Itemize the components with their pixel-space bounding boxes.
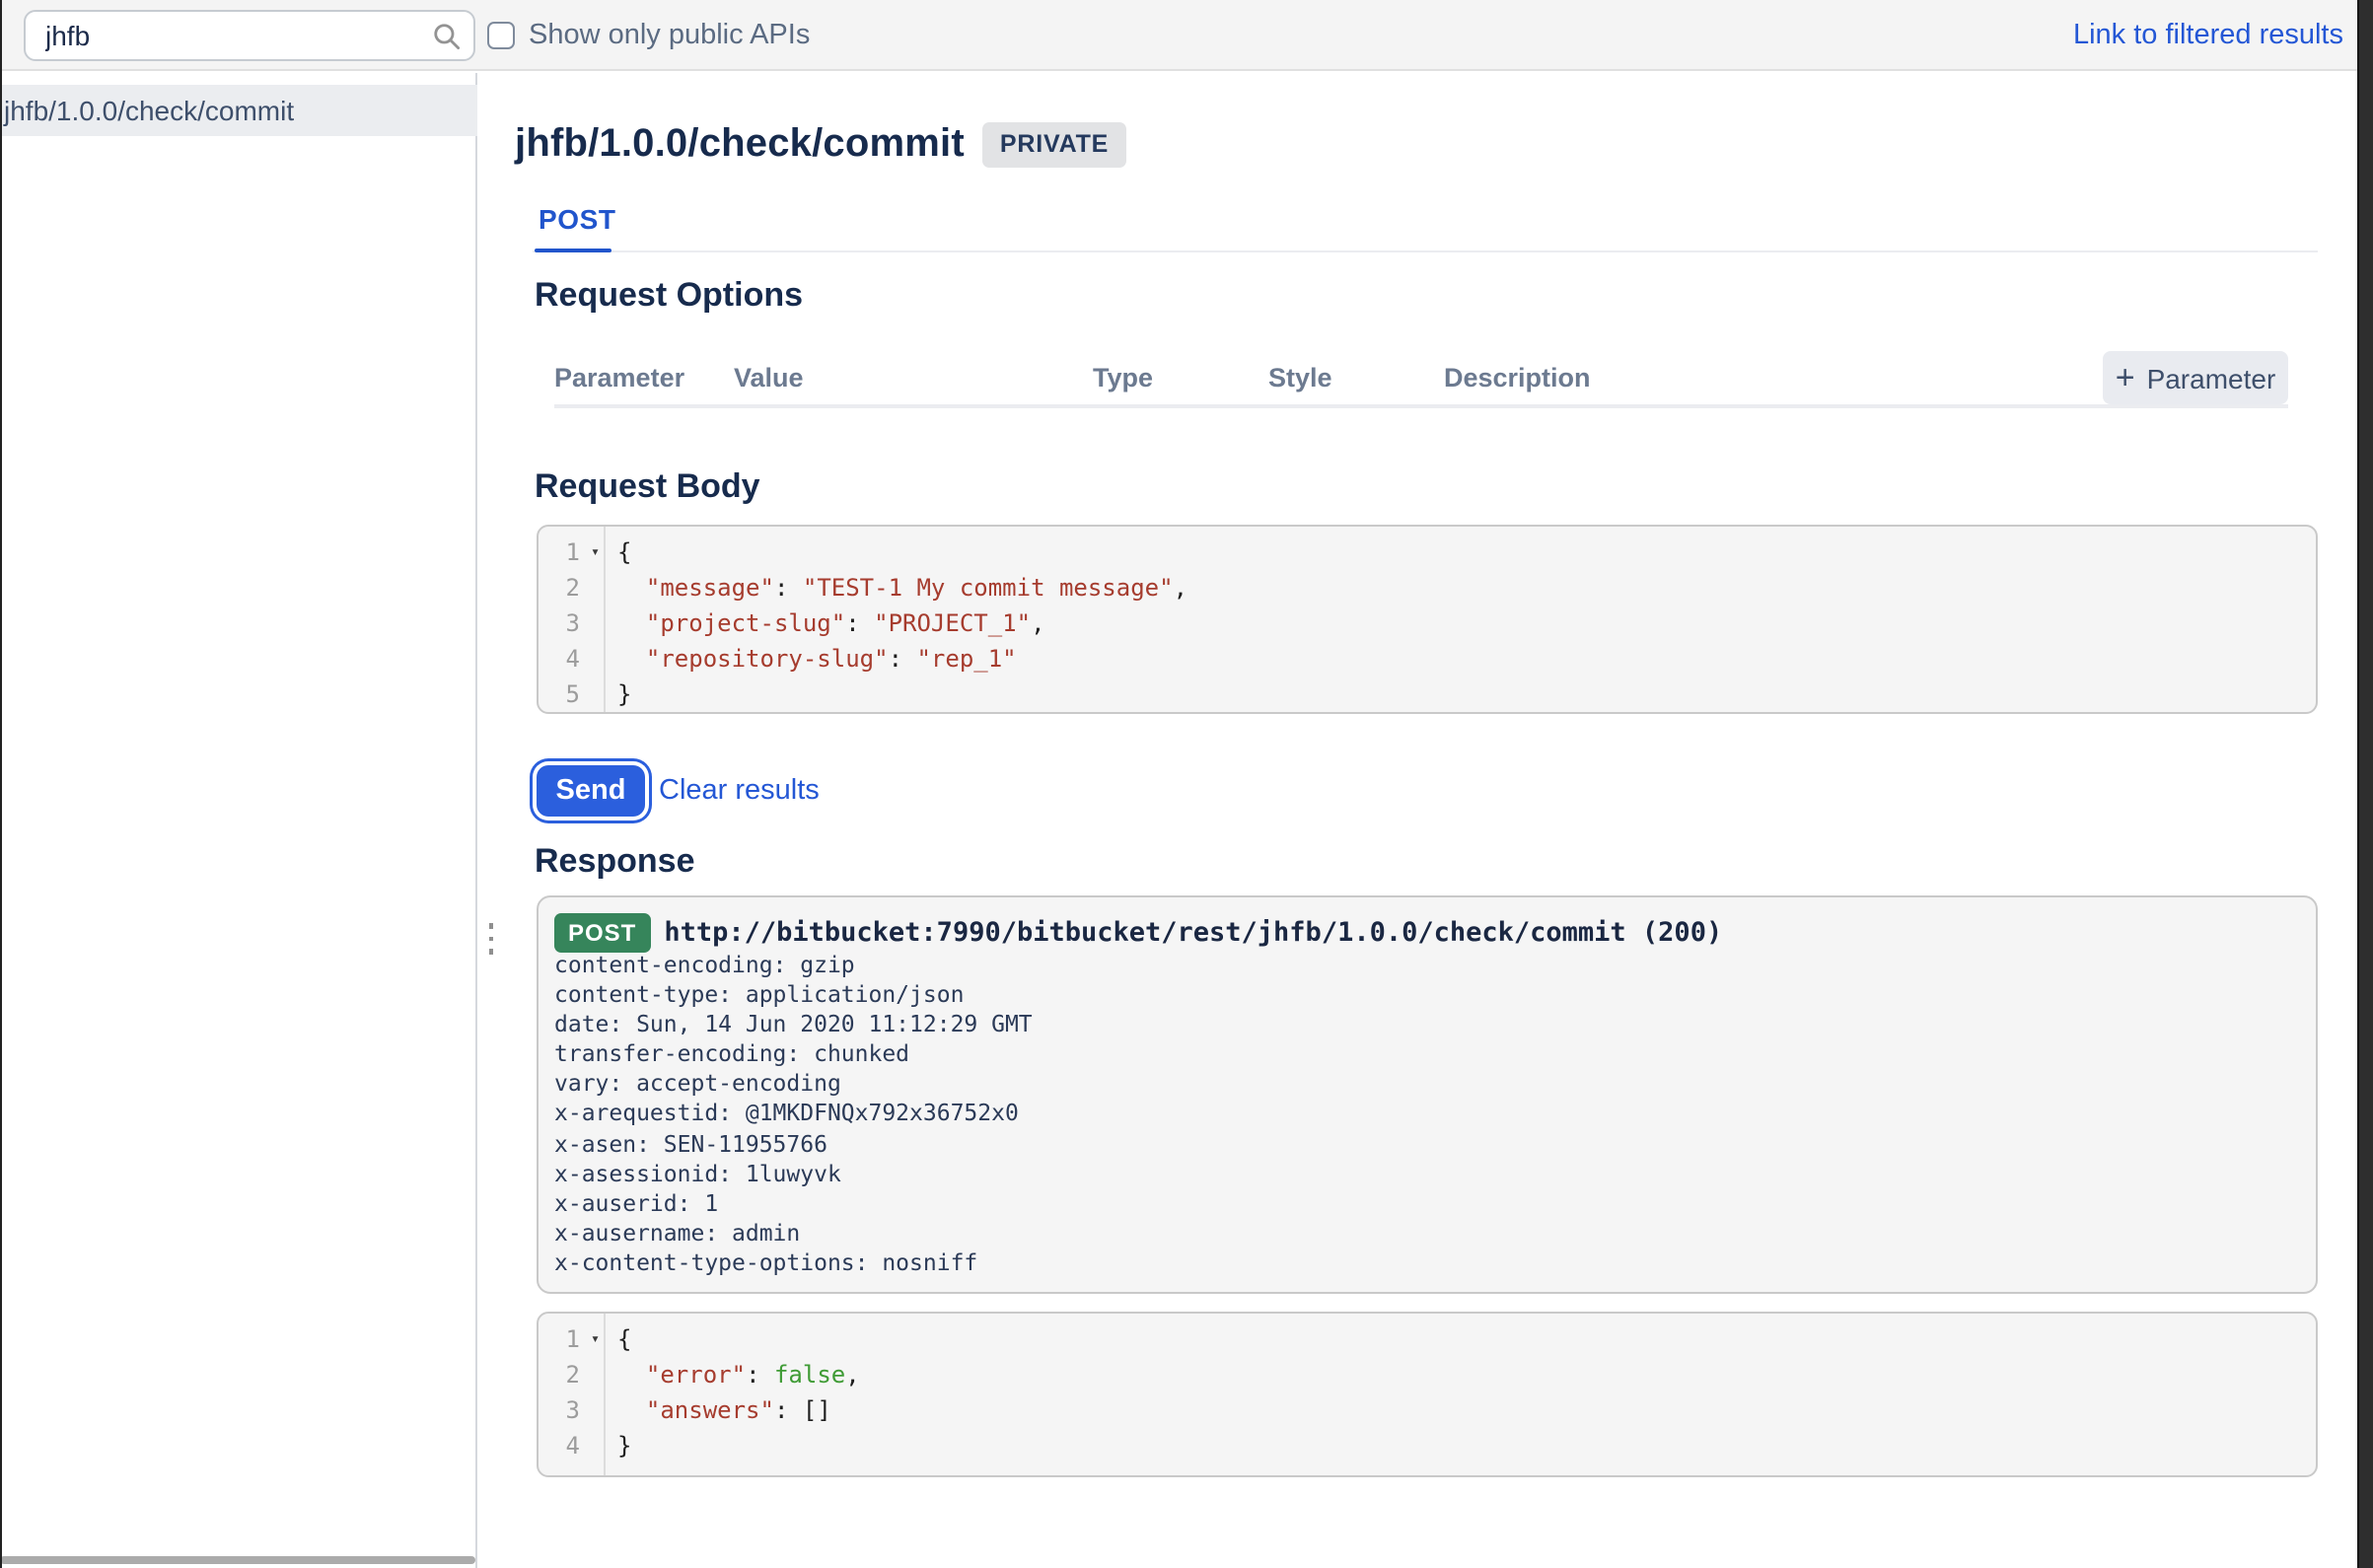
response-header-line: x-arequestid: @1MKDFNQx792x36752x0 <box>554 1100 1033 1129</box>
request-options-header-divider <box>554 403 2288 407</box>
fold-arrow-icon[interactable]: ▾ <box>591 535 600 570</box>
response-request-url: http://bitbucket:7990/bitbucket/rest/jhf… <box>664 917 1722 949</box>
add-parameter-button[interactable]: + Parameter <box>2103 351 2288 404</box>
column-header-style: Style <box>1268 363 1444 392</box>
request-body-code[interactable]: { "message": "TEST-1 My commit message",… <box>606 527 2316 712</box>
topbar: Show only public APIs Link to filtered r… <box>0 0 2373 71</box>
page-title: jhfb/1.0.0/check/commit <box>515 122 965 168</box>
code-line: "answers": [] <box>617 1392 2316 1428</box>
response-panel: POST http://bitbucket:7990/bitbucket/res… <box>537 895 2318 1294</box>
request-body-heading: Request Body <box>535 467 760 507</box>
search-input[interactable] <box>26 12 473 59</box>
code-line[interactable]: { <box>617 535 2316 570</box>
response-header-line: x-content-type-options: nosniff <box>554 1248 1033 1278</box>
public-apis-checkbox[interactable] <box>487 22 515 49</box>
public-apis-checkbox-label[interactable]: Show only public APIs <box>529 0 810 71</box>
response-header-line: transfer-encoding: chunked <box>554 1040 1033 1070</box>
send-button[interactable]: Send <box>537 765 645 817</box>
tab-divider-line <box>533 250 2318 253</box>
code-line[interactable]: "message": "TEST-1 My commit message", <box>617 570 2316 606</box>
response-header-line: x-auserid: 1 <box>554 1189 1033 1219</box>
clear-results-link[interactable]: Clear results <box>659 765 820 817</box>
response-body-editor: 1▾234 { "error": false, "answers": []} <box>537 1312 2318 1477</box>
line-number: 2 <box>539 570 604 606</box>
line-number: 5 <box>539 677 604 712</box>
search-icon <box>432 22 462 51</box>
response-heading: Response <box>535 842 695 882</box>
line-number: 4 <box>539 1428 604 1463</box>
screen-right-edge <box>2356 0 2373 1568</box>
private-badge: PRIVATE <box>982 122 1126 168</box>
sidebar-resize-handle[interactable] <box>485 923 497 954</box>
column-header-parameter: Parameter <box>554 363 734 392</box>
post-method-badge: POST <box>554 913 650 953</box>
response-header-line: x-asessionid: 1luwyvk <box>554 1159 1033 1188</box>
window-left-edge <box>0 0 2 1568</box>
tab-post[interactable]: POST <box>539 203 616 235</box>
line-number: 4 <box>539 641 604 677</box>
response-body-code: { "error": false, "answers": []} <box>606 1314 2316 1475</box>
response-header-line: x-asen: SEN-11955766 <box>554 1129 1033 1159</box>
request-body-editor[interactable]: 1▾2345 { "message": "TEST-1 My commit me… <box>537 525 2318 714</box>
line-number: 3 <box>539 606 604 641</box>
request-options-heading: Request Options <box>535 276 803 316</box>
line-number: 1▾ <box>539 535 604 570</box>
fold-arrow-icon[interactable]: ▾ <box>591 1321 600 1357</box>
sidebar-horizontal-scrollbar[interactable] <box>0 1555 475 1564</box>
tab-active-underline <box>534 248 611 252</box>
line-number: 1▾ <box>539 1321 604 1357</box>
response-header-line: date: Sun, 14 Jun 2020 11:12:29 GMT <box>554 1010 1033 1039</box>
link-to-filtered-results[interactable]: Link to filtered results <box>2073 0 2343 71</box>
line-number: 2 <box>539 1357 604 1392</box>
code-line: { <box>617 1321 2316 1357</box>
code-line: "error": false, <box>617 1357 2316 1392</box>
response-header-line: x-ausername: admin <box>554 1219 1033 1248</box>
code-line: } <box>617 1428 2316 1463</box>
code-line[interactable]: } <box>617 677 2316 712</box>
response-header-line: content-encoding: gzip <box>554 951 1033 980</box>
column-header-value: Value <box>734 363 1093 392</box>
sidebar-item[interactable]: jhfb/1.0.0/check/commit <box>0 85 477 136</box>
app-window: Show only public APIs Link to filtered r… <box>0 0 2373 1568</box>
response-headers-list: content-encoding: gzipcontent-type: appl… <box>554 951 1033 1278</box>
search-box <box>24 10 475 61</box>
line-number: 3 <box>539 1392 604 1428</box>
plus-icon: + <box>2116 360 2135 393</box>
response-header-line: vary: accept-encoding <box>554 1070 1033 1100</box>
response-body-gutter: 1▾234 <box>539 1314 606 1475</box>
column-header-type: Type <box>1093 363 1268 392</box>
code-line[interactable]: "repository-slug": "rep_1" <box>617 641 2316 677</box>
sidebar: jhfb/1.0.0/check/commit <box>0 73 477 1568</box>
column-header-description: Description <box>1444 363 1591 392</box>
request-body-gutter: 1▾2345 <box>539 527 606 712</box>
request-options-column-headers: ParameterValueTypeStyleDescription <box>554 363 1591 392</box>
add-parameter-label: Parameter <box>2147 362 2276 393</box>
code-line[interactable]: "project-slug": "PROJECT_1", <box>617 606 2316 641</box>
response-header-line: content-type: application/json <box>554 980 1033 1010</box>
